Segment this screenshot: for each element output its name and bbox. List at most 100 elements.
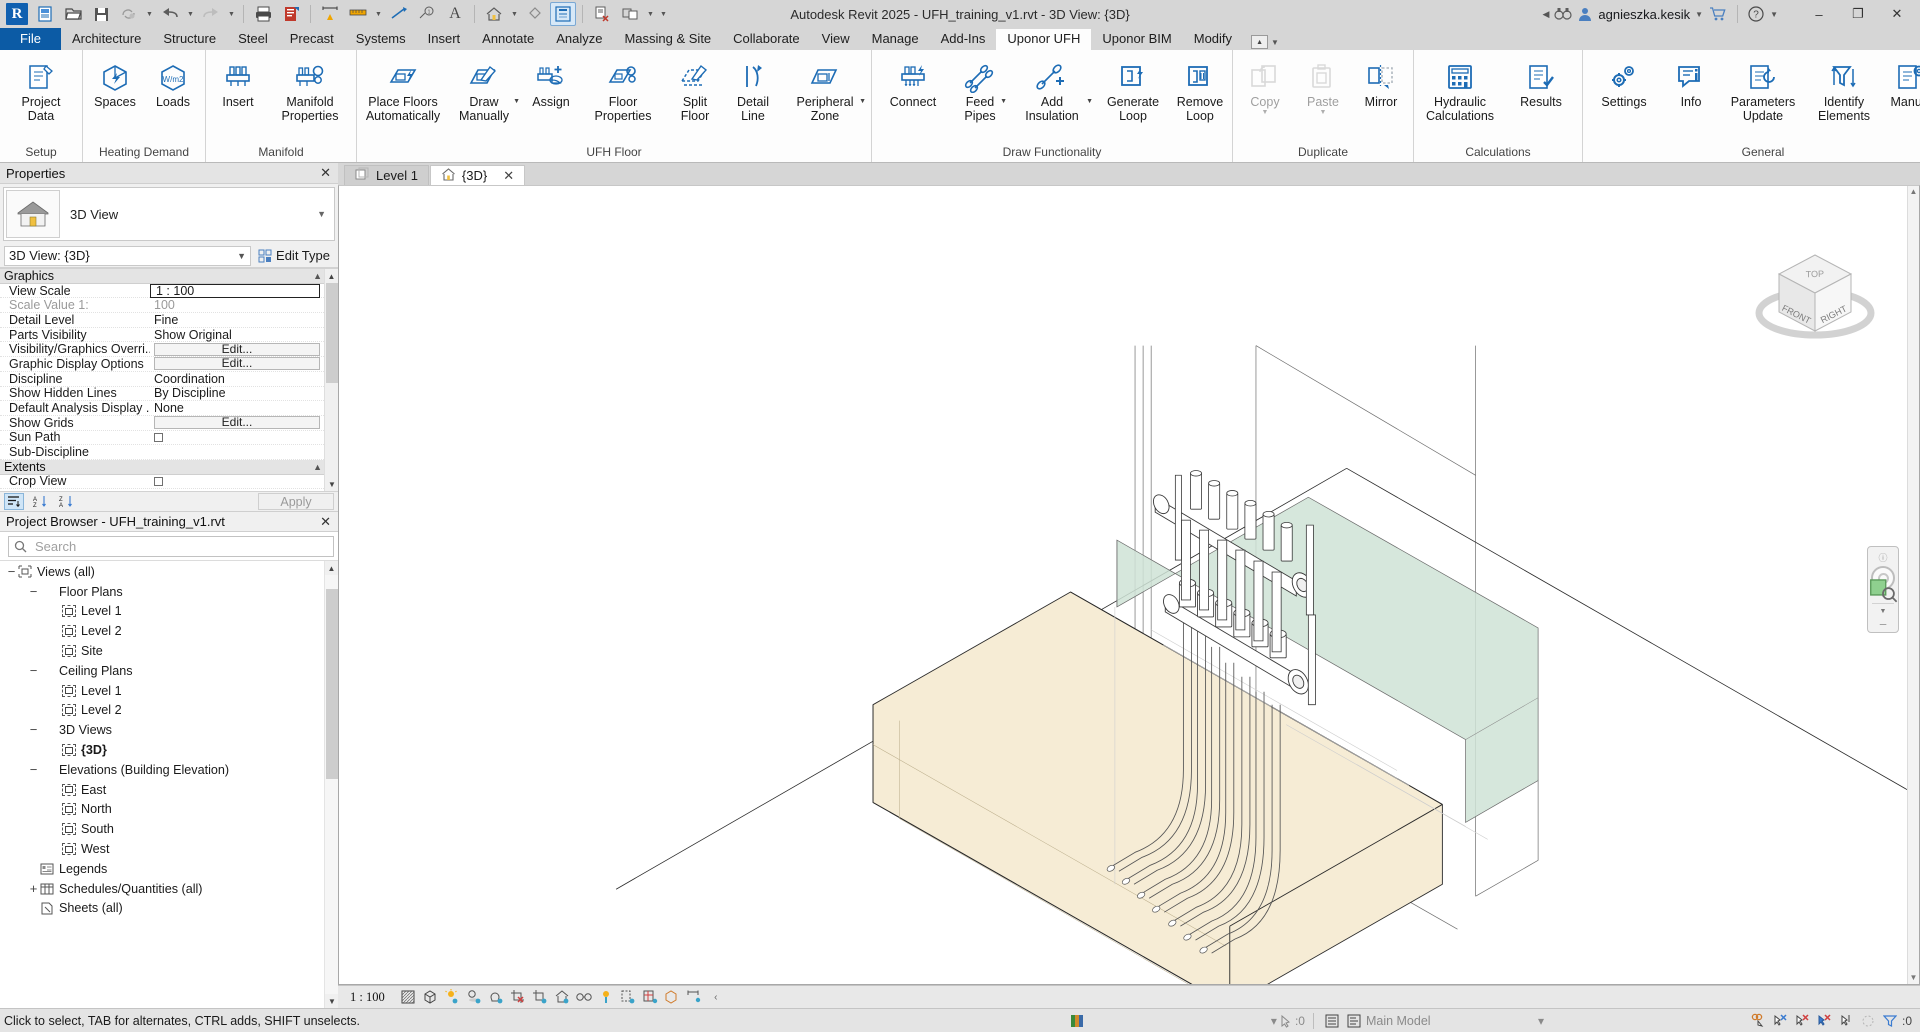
minimize-button[interactable]: –	[1802, 1, 1836, 27]
property-value[interactable]: Edit...	[150, 342, 338, 356]
tree-item-3d-views[interactable]: − 3D Views	[0, 720, 338, 740]
crop-view-off-icon[interactable]	[507, 987, 529, 1007]
property-checkbox[interactable]	[154, 476, 163, 486]
property-value[interactable]	[150, 475, 338, 489]
pb-scroll-up-arrow[interactable]: ▲	[325, 561, 338, 575]
pb-scroll-down-arrow[interactable]: ▼	[325, 994, 338, 1008]
property-row[interactable]: Visibility/Graphics Overri... Edit...	[0, 342, 338, 358]
reveal-hidden-elements-icon[interactable]	[595, 987, 617, 1007]
filter-icon[interactable]	[1880, 1012, 1900, 1030]
properties-scroll-down-arrow[interactable]: ▼	[325, 477, 339, 491]
ribbon-button-manual[interactable]: Manual	[1882, 54, 1920, 110]
property-value[interactable]: 1 : 100	[150, 283, 320, 298]
ribbon-button-detail-line[interactable]: Detail Line	[724, 54, 782, 124]
drag-elements-icon[interactable]	[1858, 1012, 1878, 1030]
property-group-header[interactable]: Extents ▲	[0, 460, 338, 475]
main-model-icon[interactable]	[1344, 1012, 1364, 1030]
tree-item-level-1[interactable]: Level 1	[0, 602, 338, 622]
chevron-down-icon[interactable]: ▼	[859, 98, 866, 105]
properties-scroll-up-arrow[interactable]: ▲	[325, 269, 338, 283]
tree-item-ceiling-plans[interactable]: − Ceiling Plans	[0, 661, 338, 681]
selection-dropdown-arrow[interactable]: ▾	[1271, 1014, 1277, 1028]
chevron-down-icon[interactable]: ▼	[1320, 109, 1327, 116]
section-button[interactable]	[522, 2, 548, 26]
account-dropdown-arrow[interactable]: ▼	[1695, 10, 1703, 19]
property-value[interactable]	[150, 431, 338, 445]
constraints-icon[interactable]	[683, 987, 705, 1007]
export-button[interactable]	[278, 2, 304, 26]
ribbon-button-mirror[interactable]: Mirror	[1352, 54, 1410, 110]
new-project-button[interactable]	[32, 2, 58, 26]
show-crop-region-icon[interactable]	[529, 987, 551, 1007]
sort-ascending-button[interactable]: A Z	[30, 493, 50, 510]
chevron-up-icon[interactable]: ▲	[313, 271, 322, 281]
property-value[interactable]: 100	[150, 298, 338, 312]
sync-button[interactable]	[116, 2, 142, 26]
qat-customize-arrow[interactable]: ▼	[658, 2, 669, 26]
3d-view-dropdown-arrow[interactable]: ▼	[509, 2, 520, 26]
ribbon-button-loads[interactable]: W/m2 Loads	[144, 54, 202, 110]
shopping-cart-icon[interactable]	[1708, 6, 1728, 22]
restore-button[interactable]: ❐	[1841, 1, 1875, 27]
tab-precast[interactable]: Precast	[279, 29, 345, 50]
aligned-dimension-button[interactable]	[345, 2, 371, 26]
property-row[interactable]: Show Hidden Lines By Discipline	[0, 386, 338, 402]
tab-uponor-bim[interactable]: Uponor BIM	[1091, 29, 1182, 50]
tree-item-level-2[interactable]: Level 2	[0, 701, 338, 721]
property-edit-button[interactable]: Edit...	[154, 342, 320, 356]
ribbon-button-spaces[interactable]: Spaces	[86, 54, 144, 110]
revit-logo-button[interactable]: R	[4, 2, 30, 26]
select-face-icon[interactable]	[1836, 1012, 1856, 1030]
property-type-dropdown-arrow[interactable]: ▼	[317, 209, 332, 219]
ribbon-button-manifold-properties[interactable]: Manifold Properties	[267, 54, 353, 124]
switch-windows-dropdown-arrow[interactable]: ▼	[645, 2, 656, 26]
sort-descending-button[interactable]: Z A	[56, 493, 76, 510]
temporary-hide-isolate-icon[interactable]	[573, 987, 595, 1007]
view-tab-3d[interactable]: {3D} ✕	[429, 165, 526, 185]
highlight-displacement-sets-icon[interactable]	[661, 987, 683, 1007]
viewbar-expand-arrow[interactable]: ‹	[705, 987, 727, 1007]
search-binoculars-icon[interactable]	[1554, 6, 1572, 22]
search-input[interactable]	[33, 538, 328, 555]
property-value[interactable]: Edit...	[150, 416, 338, 430]
ribbon-button-feed-pipes[interactable]: Feed Pipes ▼	[951, 54, 1009, 124]
tag-button[interactable]: 1	[414, 2, 440, 26]
property-row[interactable]: View Scale 1 : 100	[0, 283, 338, 299]
worksets-icon[interactable]	[1067, 1012, 1087, 1030]
view-tab-close-icon[interactable]: ✕	[503, 168, 514, 184]
tree-item-views-all[interactable]: − Views (all)	[0, 562, 338, 582]
property-row[interactable]: Parts Visibility Show Original	[0, 328, 338, 343]
property-edit-button[interactable]: Edit...	[154, 416, 320, 430]
group-by-category-button[interactable]	[4, 493, 24, 510]
zoom-tool-icon[interactable]	[1868, 547, 1898, 632]
help-dropdown-arrow[interactable]: ▼	[1770, 10, 1778, 19]
ribbon-button-assign[interactable]: Assign	[522, 54, 580, 110]
chevron-down-icon[interactable]: ▼	[1000, 98, 1007, 105]
tab-file[interactable]: File	[0, 28, 61, 50]
ribbon-button-identify-elements[interactable]: Identify Elements	[1806, 54, 1882, 124]
tab-systems[interactable]: Systems	[345, 29, 417, 50]
tab-add-ins[interactable]: Add-Ins	[930, 29, 997, 50]
temporary-view-properties-icon[interactable]	[617, 987, 639, 1007]
tree-item-level-1[interactable]: Level 1	[0, 681, 338, 701]
sun-path-icon[interactable]	[441, 987, 463, 1007]
text-button[interactable]: A	[442, 2, 468, 26]
property-checkbox[interactable]	[154, 432, 163, 442]
property-edit-button[interactable]: Edit...	[154, 357, 320, 371]
property-row[interactable]: Crop View	[0, 474, 338, 490]
close-button[interactable]: ✕	[1880, 1, 1914, 27]
property-value[interactable]: By Discipline	[150, 386, 338, 400]
view-cube[interactable]: TOP FRONT RIGHT	[1751, 241, 1879, 353]
ribbon-minimize-dropdown-arrow[interactable]: ▼	[1271, 38, 1279, 47]
sync-dropdown-arrow[interactable]: ▼	[144, 2, 155, 26]
chevron-up-icon[interactable]: ▲	[313, 462, 322, 472]
ribbon-button-connect[interactable]: Connect	[875, 54, 951, 110]
collapse-icon[interactable]: −	[28, 723, 39, 736]
redo-button[interactable]	[198, 2, 224, 26]
default-3d-view-button[interactable]	[481, 2, 507, 26]
property-row[interactable]: Graphic Display Options Edit...	[0, 357, 338, 372]
thin-lines-button[interactable]	[550, 2, 576, 26]
shadows-icon[interactable]	[463, 987, 485, 1007]
collapse-icon[interactable]: −	[28, 664, 39, 677]
3d-viewport[interactable]: TOP FRONT RIGHT ⓘ ▼ ▼	[338, 185, 1920, 985]
